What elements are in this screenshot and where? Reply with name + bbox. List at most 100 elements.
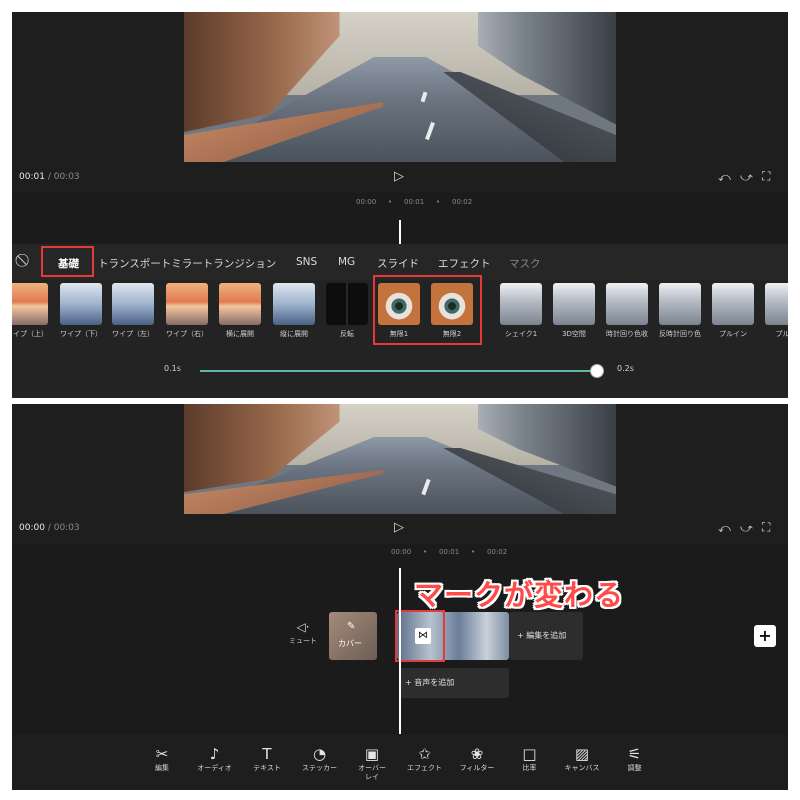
canvas-icon: ▨ [574, 745, 590, 763]
transition-thumb[interactable]: ワイプ（下） [60, 283, 102, 339]
duration-slider-knob[interactable] [590, 364, 604, 378]
toolbar-item[interactable]: ❀ フィルター [447, 744, 507, 773]
transition-thumb-image [712, 283, 754, 325]
add-audio-button[interactable]: + 音声を追加 [399, 668, 509, 698]
toolbar-item-label: エフェクト [407, 764, 442, 772]
transition-thumb-label: ワイプ（上） [12, 330, 48, 338]
video-preview [184, 404, 616, 514]
transition-thumb[interactable]: 反時計回り色 [659, 283, 701, 339]
toolbar-item[interactable]: □ 比率 [500, 744, 560, 773]
toolbar-item-label: キャンバス [564, 764, 600, 772]
toolbar-item-label: フィルター [459, 764, 495, 772]
transition-thumb[interactable]: 反転 [326, 283, 368, 339]
bottom-toolbar: ✂ 編集 ♪ オーディオ T テキスト ◔ ステッカー ▣ オーバーレイ ✩ エフェクト ❀ フィルター □… [12, 744, 788, 790]
mute-button[interactable]: ◁· ミュート [288, 620, 318, 646]
transition-thumb[interactable]: プルア [765, 283, 788, 339]
fullscreen-icon[interactable]: ⛶ [762, 520, 770, 535]
toolbar-item-label: 調整 [627, 764, 642, 772]
transition-thumb[interactable]: 縦に展開 [273, 283, 315, 339]
toolbar-item[interactable]: ▣ オーバーレイ [342, 744, 402, 782]
redo-icon[interactable]: ⤻ [740, 521, 753, 536]
undo-icon[interactable]: ⤺ [718, 521, 731, 536]
playhead[interactable] [399, 568, 401, 734]
transition-thumb-label: プルア [775, 330, 789, 338]
annotation-caption: マークが変わる [414, 578, 625, 612]
duration-slider-track[interactable] [200, 370, 596, 372]
transition-thumb-label: ワイプ（下） [60, 330, 102, 338]
transition-thumb-image [112, 283, 154, 325]
toolbar-item[interactable]: T テキスト [237, 744, 297, 773]
mute-label: ミュート [289, 637, 317, 645]
toolbar-item[interactable]: ✂ 編集 [132, 744, 192, 773]
scissors-icon: ✂ [155, 745, 169, 763]
transition-thumb[interactable]: プルイン [712, 283, 754, 339]
playhead[interactable] [399, 220, 401, 244]
ruler-tick-0: 00:00 [391, 548, 412, 556]
cover-button[interactable]: ✎ カバー [329, 612, 377, 660]
ruler-dot: • [423, 548, 428, 556]
current-time: 00:01 [19, 172, 45, 182]
toolbar-item[interactable]: ◔ ステッカー [290, 744, 350, 773]
toolbar-item-label: ステッカー [302, 764, 337, 772]
add-clip-icon[interactable]: + [754, 625, 776, 647]
effect-star-icon: ✩ [418, 745, 431, 763]
transition-thumb[interactable]: ワイプ（右） [166, 283, 208, 339]
duration-max: 0.2s [617, 364, 634, 373]
transition-thumb-label: プルイン [719, 330, 747, 338]
sticker-icon: ◔ [312, 745, 327, 763]
tab-mask[interactable]: マスク [509, 256, 541, 271]
ruler-dot: • [471, 548, 476, 556]
overlay-icon: ▣ [364, 745, 380, 763]
transition-thumb-image [659, 283, 701, 325]
highlight-infinity-thumbs [373, 275, 482, 345]
transition-thumb[interactable]: 時計回り色收 [606, 283, 648, 339]
fullscreen-icon[interactable]: ⛶ [762, 169, 770, 184]
transition-panel: ⃠ 基礎 トランスポートミラートランジション SNS MG スライド エフェクト… [12, 244, 788, 398]
play-icon[interactable]: ▷ [394, 169, 404, 184]
toolbar-item-label: オーディオ [197, 764, 232, 772]
timeline-area: 00:00 • 00:01 • 00:02 [12, 192, 788, 244]
toolbar-item[interactable]: ✩ エフェクト [395, 744, 455, 773]
add-edit-button[interactable]: + 編集を追加 [509, 612, 583, 660]
playback-time: 00:00 / 00:03 [19, 523, 80, 533]
transition-thumb-label: 3D空間 [562, 330, 586, 338]
transition-thumb-label: ワイプ（左） [112, 330, 154, 338]
tab-mg[interactable]: MG [338, 256, 355, 268]
transition-thumb-image [500, 283, 542, 325]
transition-thumb-image [606, 283, 648, 325]
toolbar-item[interactable]: ♪ オーディオ [185, 744, 245, 773]
toolbar-item[interactable]: ⚟ 調整 [605, 744, 665, 773]
highlight-transition-mark [395, 610, 445, 662]
transition-thumb[interactable]: 3D空間 [553, 283, 595, 339]
toolbar-item-label: 比率 [522, 764, 537, 772]
toolbar-item-label: テキスト [253, 764, 281, 772]
transition-thumb[interactable]: シェイク1 [500, 283, 542, 339]
transition-thumb[interactable]: 横に展開 [219, 283, 261, 339]
redo-icon[interactable]: ⤻ [740, 170, 753, 185]
transition-thumb-label: シェイク1 [504, 330, 538, 338]
total-time: 00:03 [53, 172, 80, 182]
text-icon: T [262, 745, 272, 763]
transition-thumb-label: 縦に展開 [280, 330, 308, 338]
tab-effect[interactable]: エフェクト [438, 256, 491, 271]
tab-slide[interactable]: スライド [377, 256, 419, 271]
tab-transport-mirror[interactable]: トランスポートミラートランジション [98, 256, 276, 271]
music-note-icon: ♪ [209, 745, 220, 763]
ruler-dot: • [388, 198, 393, 206]
transition-thumb-label: 時計回り色收 [606, 330, 648, 338]
play-icon[interactable]: ▷ [394, 520, 404, 535]
transition-thumb[interactable]: ワイプ（左） [112, 283, 154, 339]
speaker-icon: ◁· [296, 620, 310, 634]
ruler-tick-1: 00:01 [404, 198, 425, 206]
transition-thumb[interactable]: ワイプ（上） [12, 283, 48, 339]
toolbar-item-label: オーバーレイ [358, 764, 386, 781]
undo-icon[interactable]: ⤺ [718, 170, 731, 185]
current-time: 00:00 [19, 523, 45, 533]
ruler-tick-2: 00:02 [452, 198, 473, 206]
toolbar-item[interactable]: ▨ キャンバス [552, 744, 612, 773]
video-preview [184, 12, 616, 162]
tab-sns[interactable]: SNS [296, 256, 317, 268]
filter-icon: ❀ [470, 745, 484, 763]
ratio-icon: □ [522, 745, 537, 763]
transition-thumb-image [166, 283, 208, 325]
